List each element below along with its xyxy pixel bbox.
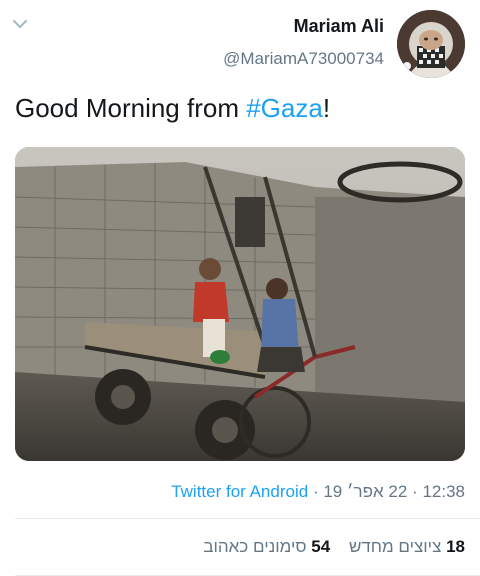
- retweets-count: 18: [446, 537, 465, 556]
- avatar[interactable]: [397, 10, 465, 78]
- meta-separator-2: ·: [412, 482, 418, 501]
- likes-count: 54: [311, 537, 331, 556]
- likes-label: סימונים כאהוב: [203, 537, 307, 556]
- tweet-meta: Twitter for Android · 22 אפר׳ 19 · 12:38: [171, 482, 465, 502]
- photo-scene: [15, 147, 465, 461]
- retweets-stat[interactable]: 18 ציוצים מחדש: [349, 537, 465, 557]
- tweet-time: 12:38: [422, 482, 465, 501]
- avatar-image: [397, 10, 465, 78]
- hashtag-link[interactable]: #Gaza: [246, 93, 323, 123]
- display-name[interactable]: Mariam Ali: [294, 16, 384, 37]
- tweet-text: Good Morning from #Gaza!: [15, 93, 330, 124]
- chevron-down-icon[interactable]: [12, 18, 28, 30]
- likes-stat[interactable]: 54 סימונים כאהוב: [203, 537, 330, 557]
- tweet-photo[interactable]: [15, 147, 465, 461]
- tweet-source-link[interactable]: Twitter for Android: [171, 482, 308, 501]
- tweet-date: 22 אפר׳ 19: [323, 482, 408, 501]
- user-handle[interactable]: @MariamA73000734: [223, 49, 384, 69]
- retweets-label: ציוצים מחדש: [348, 537, 442, 556]
- meta-separator-1: ·: [312, 482, 319, 501]
- tweet-text-suffix: !: [322, 93, 331, 123]
- divider: [15, 518, 480, 519]
- tweet-text-prefix: Good Morning from: [15, 93, 247, 123]
- engagement-stats: 18 ציוצים מחדש 54 סימונים כאהוב: [203, 537, 465, 557]
